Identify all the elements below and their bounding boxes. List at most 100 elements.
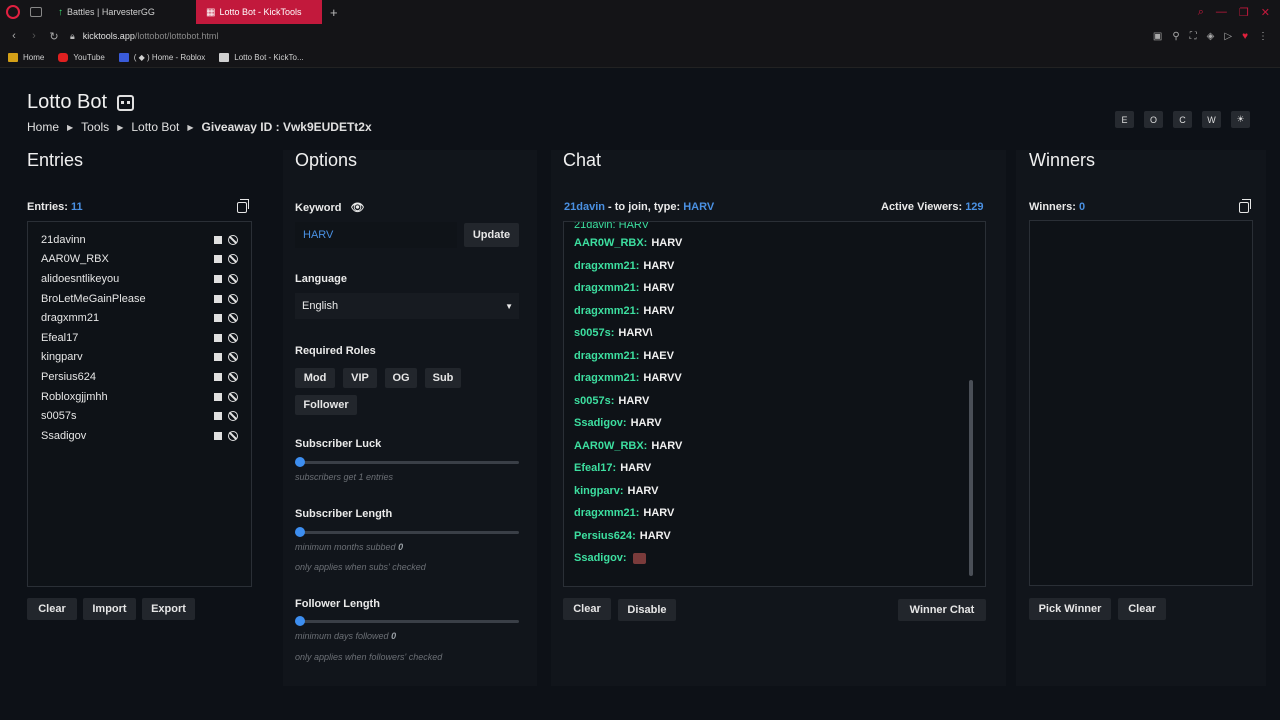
checkbox-icon[interactable] [214,255,222,264]
ban-icon[interactable] [228,273,238,284]
ban-icon[interactable] [228,411,238,422]
subscriber-luck-slider[interactable] [295,457,519,467]
bookmark-label: Lotto Bot - KickTo... [234,53,304,62]
reload-icon[interactable]: ↻ [48,30,60,43]
checkbox-icon[interactable] [214,412,222,421]
active-viewers-value: 129 [965,201,984,213]
role-og-button[interactable]: OG [385,368,417,388]
copy-icon[interactable] [1239,199,1251,213]
ban-icon[interactable] [228,234,238,245]
role-mod-button[interactable]: Mod [295,368,335,388]
new-tab-button[interactable]: + [330,5,338,20]
tab-lotto-bot[interactable]: ▦ Lotto Bot - KickTools [196,0,322,24]
entries-export-button[interactable]: Export [142,598,195,620]
winners-clear-button[interactable]: Clear [1118,598,1166,620]
minimize-icon[interactable]: — [1216,6,1227,19]
chevron-right-icon: ▶ [187,122,194,132]
ban-icon[interactable] [228,352,238,363]
send-icon[interactable]: ▷ [1224,31,1232,42]
checkbox-icon[interactable] [214,235,222,244]
checkbox-icon[interactable] [214,333,222,342]
follower-length-note: only applies when followers' checked [295,652,443,662]
winner-chat-button[interactable]: Winner Chat [898,599,986,621]
opera-logo-icon[interactable] [6,5,20,19]
menu-icon[interactable]: ⋮ [1258,31,1268,42]
role-sub-button[interactable]: Sub [425,368,461,388]
slider-knob[interactable] [295,616,305,626]
url-field[interactable]: 🔒︎ kicktools.app/lottobot/lottobot.html [70,31,218,42]
keyword-input[interactable]: HARV [295,222,457,248]
checkbox-icon[interactable] [214,431,222,440]
slider-knob[interactable] [295,527,305,537]
pick-winner-button[interactable]: Pick Winner [1029,598,1111,620]
list-item: s0057s [28,406,251,426]
subscriber-length-slider[interactable] [295,527,519,537]
follower-length-slider[interactable] [295,616,519,626]
close-icon[interactable]: ✕ [1261,6,1270,19]
ban-icon[interactable] [228,391,238,402]
ban-icon[interactable] [228,313,238,324]
role-follower-button[interactable]: Follower [295,395,357,415]
chat-user: Efeal17: [574,462,617,475]
maximize-icon[interactable]: ❐ [1239,6,1249,19]
ban-icon[interactable] [228,332,238,343]
pin-icon[interactable]: ⚲ [1172,31,1179,42]
bookmark-youtube[interactable]: YouTube [58,53,105,62]
language-select[interactable]: English ▼ [295,293,519,319]
ban-icon[interactable] [228,430,238,441]
update-button[interactable]: Update [464,223,519,247]
tab-label: Lotto Bot - KickTools [219,7,302,17]
checkbox-icon[interactable] [214,294,222,303]
checkbox-icon[interactable] [214,353,222,362]
bookmark-roblox[interactable]: ( ◆ ) Home - Roblox [118,53,206,62]
slider-knob[interactable] [295,457,305,467]
shield-icon[interactable]: ◈ [1207,31,1215,42]
chat-disable-button[interactable]: Disable [618,599,676,621]
hint-text: minimum months subbed [295,542,396,552]
ban-icon[interactable] [228,254,238,265]
eye-icon[interactable]: 👁︎ [351,202,365,214]
theme-w-button[interactable]: W [1202,111,1221,128]
list-item: kingparv [28,348,251,368]
bookmark-home[interactable]: Home [8,53,44,62]
chat-log[interactable]: 21davin: HARV AAR0W_RBX: HARV dragxmm21: H… [563,221,986,587]
sun-icon[interactable]: ☀ [1231,111,1250,128]
checkbox-icon[interactable] [214,392,222,401]
entries-clear-button[interactable]: Clear [27,598,77,620]
theme-e-button[interactable]: E [1115,111,1134,128]
breadcrumb-lotto-bot[interactable]: Lotto Bot [131,120,179,134]
theme-c-button[interactable]: C [1173,111,1192,128]
ban-icon[interactable] [228,293,238,304]
bookmarks-bar: Home YouTube ( ◆ ) Home - Roblox Lotto B… [0,48,1280,68]
breadcrumb-home[interactable]: Home [27,120,59,134]
back-icon[interactable]: ‹ [8,30,20,42]
chat-clear-button[interactable]: Clear [563,598,611,620]
chat-title: Chat [563,150,602,170]
ban-icon[interactable] [228,371,238,382]
winners-count-value: 0 [1079,201,1086,213]
theme-o-button[interactable]: O [1144,111,1163,128]
chat-text: HARV [643,507,675,520]
entries-import-button[interactable]: Import [83,598,136,620]
breadcrumb-tools[interactable]: Tools [81,120,109,134]
checkbox-icon[interactable] [214,372,222,381]
tab-battles[interactable]: ↑ Battles | HarvesterGG [48,0,176,24]
checkbox-icon[interactable] [214,314,222,323]
hint-text: minimum days followed [295,631,389,641]
snapshot-icon[interactable]: ▣ [1153,31,1162,42]
forward-icon[interactable]: › [28,30,40,42]
crop-icon[interactable]: ⛶ [1190,31,1197,42]
heart-icon[interactable]: ♥ [1242,31,1248,42]
winners-title: Winners [1029,150,1096,170]
search-icon[interactable]: ⌕ [1198,6,1204,19]
bookmark-label: ( ◆ ) Home - Roblox [133,53,206,62]
chat-message: Ssadigov: [564,547,985,570]
role-vip-button[interactable]: VIP [343,368,377,388]
chat-scrollbar[interactable] [969,380,973,576]
bookmark-lotto-bot[interactable]: Lotto Bot - KickTo... [219,53,304,62]
copy-icon[interactable] [237,199,249,213]
kicktools-icon [219,53,230,62]
entry-name: dragxmm21 [41,312,100,325]
workspaces-icon[interactable] [30,7,42,17]
checkbox-icon[interactable] [214,274,222,283]
